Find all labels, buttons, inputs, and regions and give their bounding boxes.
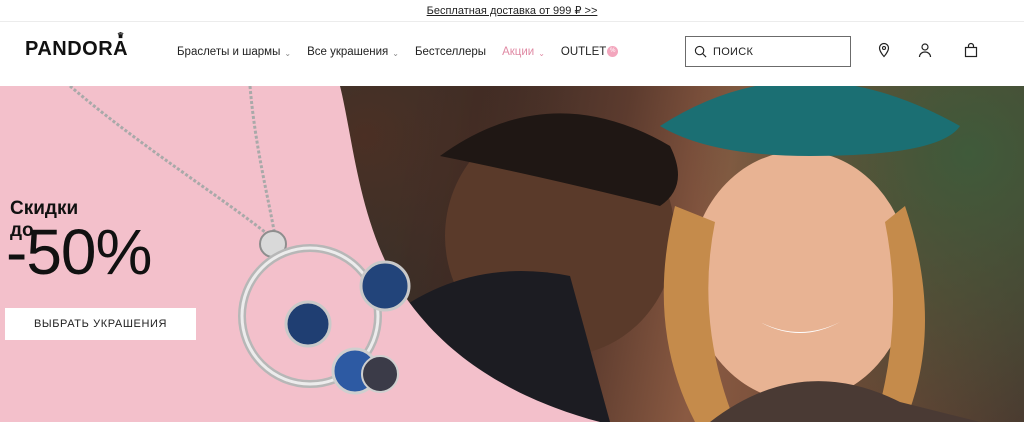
free-delivery-link[interactable]: Бесплатная доставка от 999 ₽ >>: [427, 4, 598, 17]
crown-icon: ♛: [117, 31, 125, 40]
search-input[interactable]: [713, 45, 843, 58]
hero-banner[interactable]: Скидки до -50% ВЫБРАТЬ УКРАШЕНИЯ: [0, 86, 1024, 422]
logo-text: PANDORA: [25, 38, 129, 60]
user-icon[interactable]: [917, 42, 933, 58]
site-header: PANDORA ♛ Браслеты и шармы ⌄ Все украшен…: [0, 23, 1024, 86]
location-pin-icon[interactable]: [876, 42, 892, 58]
nav-label: Все украшения: [307, 46, 389, 58]
shopping-bag-icon[interactable]: [963, 42, 979, 58]
pandora-logo[interactable]: PANDORA ♛: [25, 32, 129, 61]
promo-banner: Бесплатная доставка от 999 ₽ >>: [0, 0, 1024, 22]
nav-label: OUTLET: [560, 46, 607, 58]
nav-bracelets-charms[interactable]: Браслеты и шармы ⌄: [177, 46, 291, 58]
outlet-percent-badge: %: [607, 45, 619, 57]
choose-jewelry-button[interactable]: ВЫБРАТЬ УКРАШЕНИЯ: [5, 308, 196, 340]
search-box[interactable]: [685, 36, 851, 67]
main-nav: Браслеты и шармы ⌄ Все украшения ⌄ Бестс…: [177, 45, 634, 58]
nav-label: Акции: [502, 46, 535, 58]
nav-label: Браслеты и шармы: [177, 46, 281, 58]
nav-outlet[interactable]: OUTLET %: [560, 45, 619, 58]
chevron-down-icon: ⌄: [392, 48, 399, 58]
discount-value: -50%: [6, 216, 152, 288]
nav-sale[interactable]: Акции ⌄: [502, 46, 545, 58]
search-icon: [694, 45, 707, 58]
nav-all-jewelry[interactable]: Все украшения ⌄: [307, 46, 399, 58]
chevron-down-icon: ⌄: [284, 48, 292, 58]
nav-label: Бестселлеры: [414, 46, 487, 58]
chevron-down-icon: ⌄: [538, 48, 545, 58]
nav-bestsellers[interactable]: Бестселлеры: [415, 46, 486, 58]
